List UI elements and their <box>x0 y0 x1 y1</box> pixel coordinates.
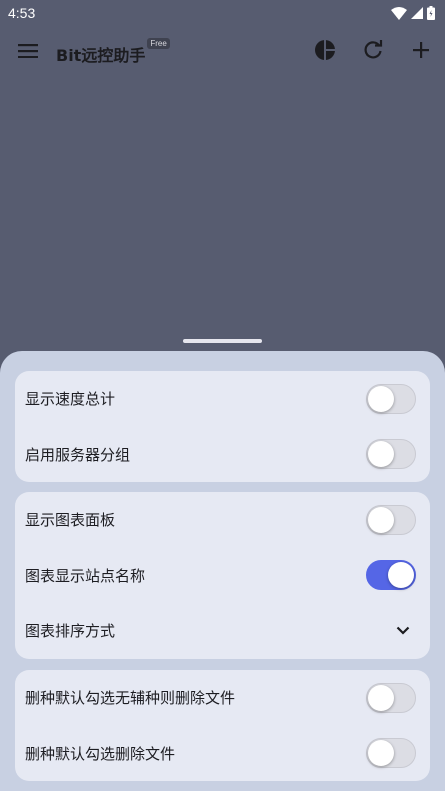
battery-icon <box>427 6 435 20</box>
status-icons <box>391 6 435 20</box>
wifi-icon <box>391 6 407 20</box>
add-button[interactable] <box>397 26 445 78</box>
refresh-button[interactable] <box>349 26 397 78</box>
chart-site-name-switch[interactable] <box>366 560 416 591</box>
chevron-down-icon[interactable] <box>394 622 412 640</box>
setting-show-speed-total[interactable]: 显示速度总计 <box>15 371 430 427</box>
setting-label: 显示速度总计 <box>25 390 116 409</box>
pie-chart-icon <box>314 39 336 65</box>
chart-panel-switch[interactable] <box>366 504 416 535</box>
menu-button[interactable] <box>0 26 56 78</box>
sheet-drag-handle[interactable] <box>183 339 262 343</box>
setting-label: 删种默认勾选删除文件 <box>25 744 176 763</box>
setting-label: 显示图表面板 <box>25 511 116 530</box>
app-title: Bit远控助手 <box>56 46 146 65</box>
setting-label: 图表排序方式 <box>25 622 116 641</box>
setting-chart-site-name[interactable]: 图表显示站点名称 <box>15 548 430 604</box>
setting-show-chart-panel[interactable]: 显示图表面板 <box>15 492 430 548</box>
delete-no-seed-files-switch[interactable] <box>366 682 416 713</box>
add-icon <box>413 42 429 62</box>
settings-group-1: 显示速度总计 启用服务器分组 <box>15 371 430 482</box>
setting-enable-server-group[interactable]: 启用服务器分组 <box>15 427 430 483</box>
speed-total-switch[interactable] <box>366 383 416 414</box>
delete-files-switch[interactable] <box>366 738 416 769</box>
app-bar: Bit远控助手 Free <box>0 26 445 78</box>
status-bar: 4:53 <box>0 0 445 26</box>
signal-icon <box>411 7 423 19</box>
settings-group-3: 删种默认勾选无辅种则删除文件 删种默认勾选删除文件 <box>15 670 430 781</box>
title-wrap: Bit远控助手 Free <box>56 38 301 66</box>
setting-delete-no-seed-files[interactable]: 删种默认勾选无辅种则删除文件 <box>15 670 430 726</box>
settings-group-2: 显示图表面板 图表显示站点名称 图表排序方式 <box>15 492 430 659</box>
setting-chart-sort-order[interactable]: 图表排序方式 <box>15 603 430 659</box>
menu-icon <box>18 43 38 62</box>
refresh-icon <box>363 40 383 64</box>
chart-button[interactable] <box>301 26 349 78</box>
free-badge: Free <box>147 38 170 49</box>
setting-label: 启用服务器分组 <box>25 445 131 464</box>
setting-label: 删种默认勾选无辅种则删除文件 <box>25 689 236 708</box>
setting-label: 图表显示站点名称 <box>25 566 146 585</box>
server-group-switch[interactable] <box>366 439 416 470</box>
setting-delete-files[interactable]: 删种默认勾选删除文件 <box>15 726 430 782</box>
status-time: 4:53 <box>8 5 36 21</box>
